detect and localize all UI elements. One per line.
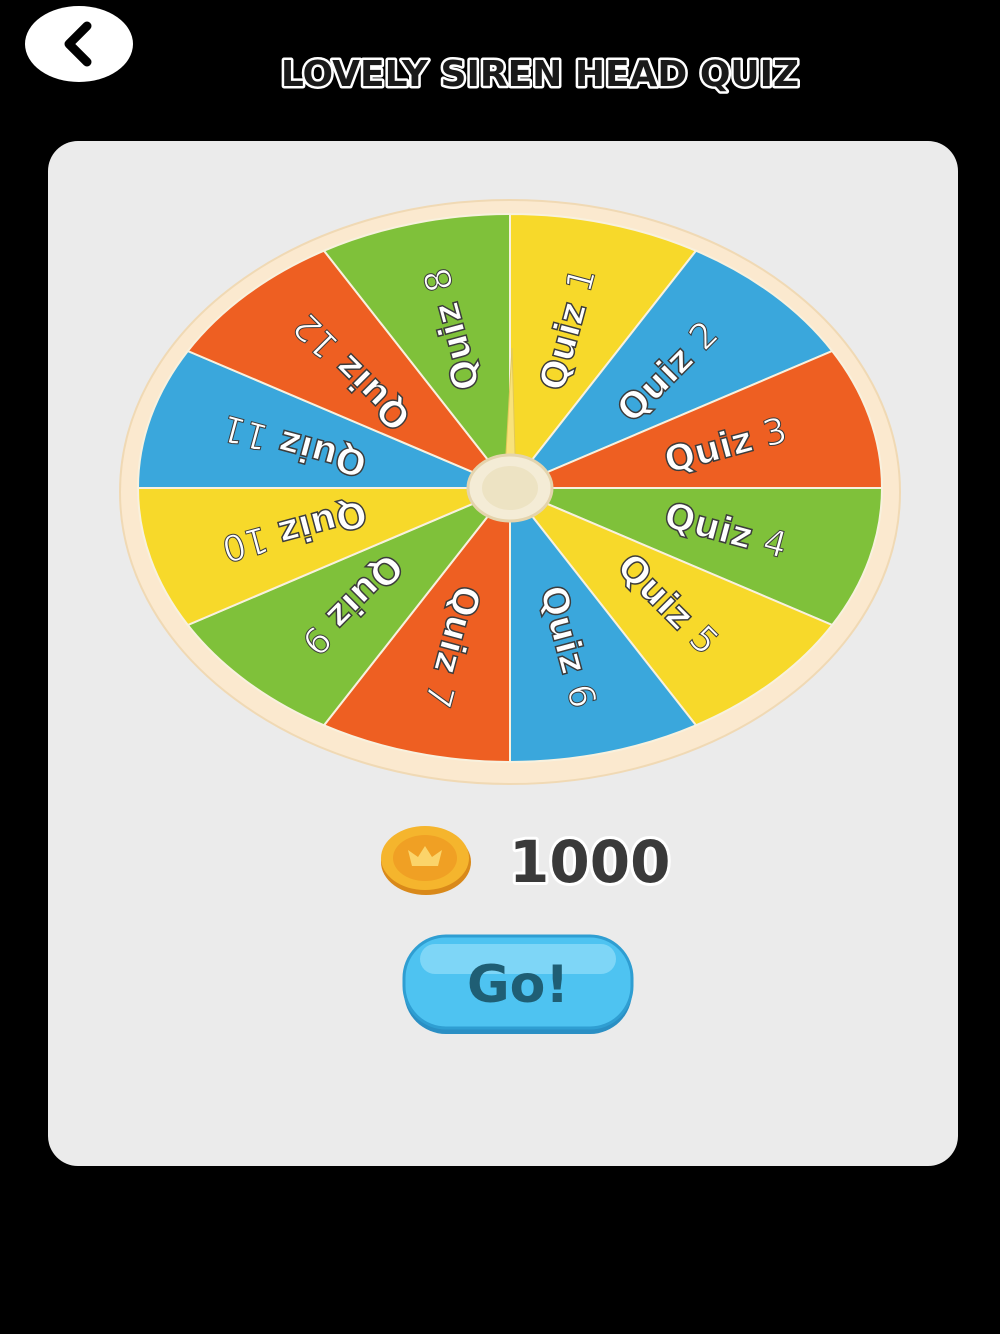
prize-wheel[interactable]: Quiz 1Quiz 2Quiz 3Quiz 4Quiz 5Quiz 6Quiz… — [118, 198, 902, 786]
go-button[interactable]: Go! — [400, 932, 636, 1038]
crown-coin-icon — [381, 826, 471, 895]
chevron-left-icon — [64, 21, 92, 67]
wheel-hub-center — [482, 466, 538, 510]
coin-count: 1000 1000 — [506, 825, 673, 899]
back-button[interactable] — [25, 6, 133, 82]
spin-wheel-screen: LOVELY SIREN HEAD QUIZ LOVELY SIREN HEAD… — [0, 0, 1000, 1334]
coin-count-text: 1000 — [509, 828, 670, 896]
page-title-text: LOVELY SIREN HEAD QUIZ — [281, 54, 799, 95]
page-title: LOVELY SIREN HEAD QUIZ LOVELY SIREN HEAD… — [278, 52, 801, 98]
go-button-label: Go! — [467, 955, 569, 1015]
